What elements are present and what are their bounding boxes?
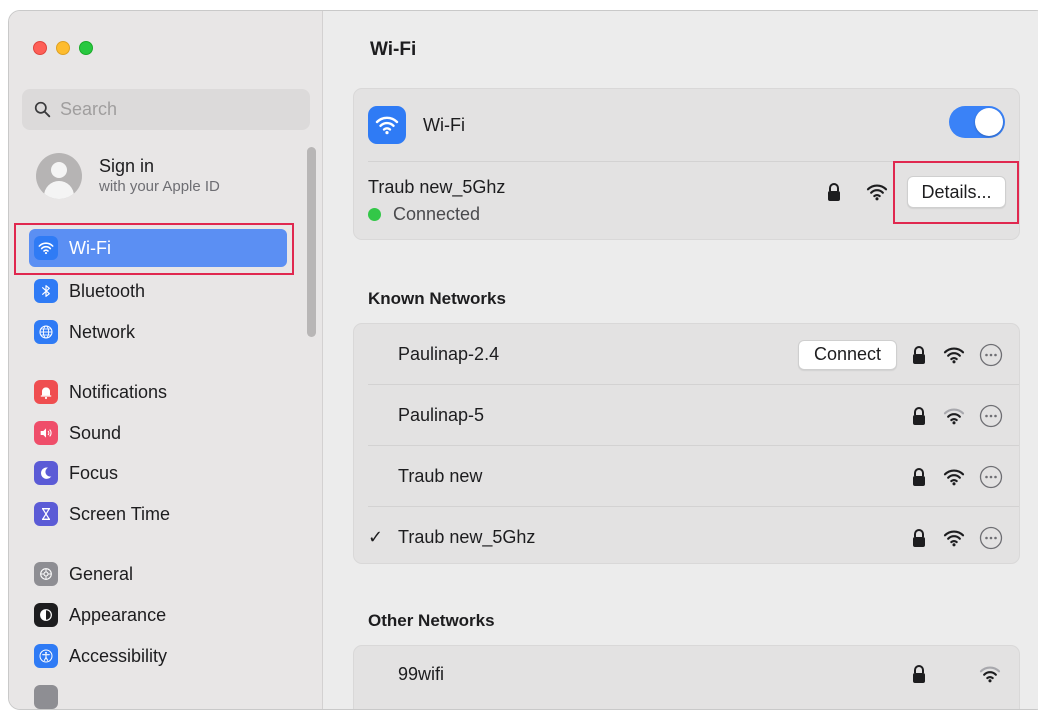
network-name: Paulinap-5 bbox=[398, 405, 485, 425]
wifi-icon bbox=[34, 236, 58, 260]
wifi-signal-icon bbox=[943, 530, 965, 546]
list-item-network[interactable]: 99wifi bbox=[354, 646, 1019, 702]
sidebar-item-accessibility[interactable]: Accessibility bbox=[29, 637, 287, 675]
wifi-signal-icon bbox=[943, 469, 965, 485]
sidebar-item-label: Bluetooth bbox=[69, 280, 146, 301]
appearance-icon bbox=[34, 603, 58, 627]
sidebar-item-label: Wi-Fi bbox=[69, 237, 111, 258]
close-window-button[interactable] bbox=[33, 41, 47, 55]
bell-icon bbox=[34, 380, 58, 404]
network-name: Traub new_5Ghz bbox=[398, 527, 536, 547]
sidebar-item-general[interactable]: General bbox=[29, 555, 287, 593]
current-network-status: Connected bbox=[368, 204, 480, 225]
lock-icon bbox=[913, 406, 925, 425]
current-network-name: Traub new_5Ghz bbox=[368, 177, 506, 197]
minimize-window-button[interactable] bbox=[56, 41, 70, 55]
more-options-icon[interactable] bbox=[979, 404, 1003, 428]
search-field[interactable] bbox=[22, 89, 310, 130]
other-networks-heading: Other Networks bbox=[368, 611, 495, 630]
details-button[interactable]: Details... bbox=[907, 176, 1006, 208]
hourglass-icon bbox=[34, 502, 58, 526]
more-options-icon[interactable] bbox=[979, 465, 1003, 489]
list-item-network[interactable]: Paulinap-5 bbox=[354, 385, 1019, 446]
sidebar: Sign in with your Apple ID Wi-Fi Bluetoo… bbox=[9, 11, 323, 709]
wifi-signal-weak-icon bbox=[979, 666, 1001, 683]
sidebar-item-wifi[interactable]: Wi-Fi bbox=[29, 229, 287, 267]
gear-icon bbox=[34, 562, 58, 586]
wifi-icon bbox=[368, 106, 406, 144]
moon-icon bbox=[34, 461, 58, 485]
settings-window: Sign in with your Apple ID Wi-Fi Bluetoo… bbox=[8, 10, 1038, 710]
signin-subtitle: with your Apple ID bbox=[99, 178, 220, 195]
search-icon bbox=[34, 101, 51, 118]
wifi-signal-weak-icon bbox=[943, 408, 965, 424]
list-item-network[interactable]: Paulinap-2.4 Connect bbox=[354, 324, 1019, 385]
divider bbox=[368, 161, 1019, 162]
sidebar-item-network[interactable]: Network bbox=[29, 313, 287, 351]
sidebar-item-sound[interactable]: Sound bbox=[29, 414, 287, 452]
lock-icon bbox=[913, 467, 925, 486]
sidebar-item-notifications[interactable]: Notifications bbox=[29, 373, 287, 411]
signin-title: Sign in bbox=[99, 156, 155, 176]
zoom-window-button[interactable] bbox=[79, 41, 93, 55]
sidebar-item-label: Notifications bbox=[69, 381, 168, 402]
wifi-card: Wi-Fi Traub new_5Ghz Connected Details..… bbox=[353, 88, 1020, 240]
known-networks-list: Paulinap-2.4 Connect Paulinap-5 Traub ne… bbox=[353, 323, 1020, 564]
known-networks-heading: Known Networks bbox=[368, 289, 506, 308]
sidebar-item-label: Accessibility bbox=[69, 645, 168, 666]
lock-icon bbox=[913, 528, 925, 547]
sidebar-item-label: Focus bbox=[69, 462, 119, 483]
bluetooth-icon bbox=[34, 279, 58, 303]
lock-icon bbox=[828, 183, 840, 201]
main-pane: Wi-Fi Wi-Fi Traub new_5Ghz Connected Det… bbox=[323, 11, 1038, 709]
wifi-toggle-switch[interactable] bbox=[949, 106, 1005, 138]
status-text: Connected bbox=[393, 204, 481, 224]
speaker-icon bbox=[34, 421, 58, 445]
list-item-network[interactable]: ✓ Traub new_5Ghz bbox=[354, 507, 1019, 568]
globe-icon bbox=[34, 320, 58, 344]
sidebar-item-screen-time[interactable]: Screen Time bbox=[29, 495, 287, 533]
sidebar-item-label: General bbox=[69, 563, 134, 584]
connect-button[interactable]: Connect bbox=[798, 339, 897, 370]
sidebar-item-bluetooth[interactable]: Bluetooth bbox=[29, 272, 287, 310]
sidebar-scrollbar[interactable] bbox=[307, 147, 316, 337]
connected-checkmark: ✓ bbox=[368, 527, 384, 547]
network-name: 99wifi bbox=[398, 663, 445, 684]
sidebar-item-focus[interactable]: Focus bbox=[29, 454, 287, 492]
sidebar-item-label: Sound bbox=[69, 422, 122, 443]
network-name: Traub new bbox=[398, 466, 483, 486]
lock-icon bbox=[913, 665, 925, 683]
more-options-icon[interactable] bbox=[979, 526, 1003, 550]
avatar bbox=[36, 153, 82, 199]
page-title: Wi-Fi bbox=[370, 39, 417, 60]
accessibility-icon bbox=[34, 644, 58, 668]
sidebar-item-control-centre[interactable] bbox=[29, 678, 287, 709]
sidebar-item-appearance[interactable]: Appearance bbox=[29, 596, 287, 634]
sidebar-item-label: Appearance bbox=[69, 604, 167, 625]
control-centre-icon bbox=[34, 685, 58, 709]
wifi-signal-icon bbox=[866, 184, 888, 201]
apple-id-signin[interactable]: Sign in with your Apple ID bbox=[36, 153, 220, 199]
lock-icon bbox=[913, 345, 925, 364]
network-name: Paulinap-2.4 bbox=[398, 344, 500, 364]
list-item-network[interactable]: Traub new bbox=[354, 446, 1019, 507]
search-input[interactable] bbox=[60, 99, 300, 120]
wifi-signal-icon bbox=[943, 347, 965, 363]
sidebar-item-label: Network bbox=[69, 321, 136, 342]
other-networks-list: 99wifi bbox=[353, 645, 1020, 709]
connected-status-dot bbox=[368, 208, 381, 221]
wifi-toggle-label: Wi-Fi bbox=[423, 114, 465, 135]
sidebar-item-label: Screen Time bbox=[69, 503, 171, 524]
more-options-icon[interactable] bbox=[979, 343, 1003, 367]
wifi-toggle-row: Wi-Fi bbox=[368, 103, 1005, 147]
window-controls bbox=[33, 41, 93, 55]
